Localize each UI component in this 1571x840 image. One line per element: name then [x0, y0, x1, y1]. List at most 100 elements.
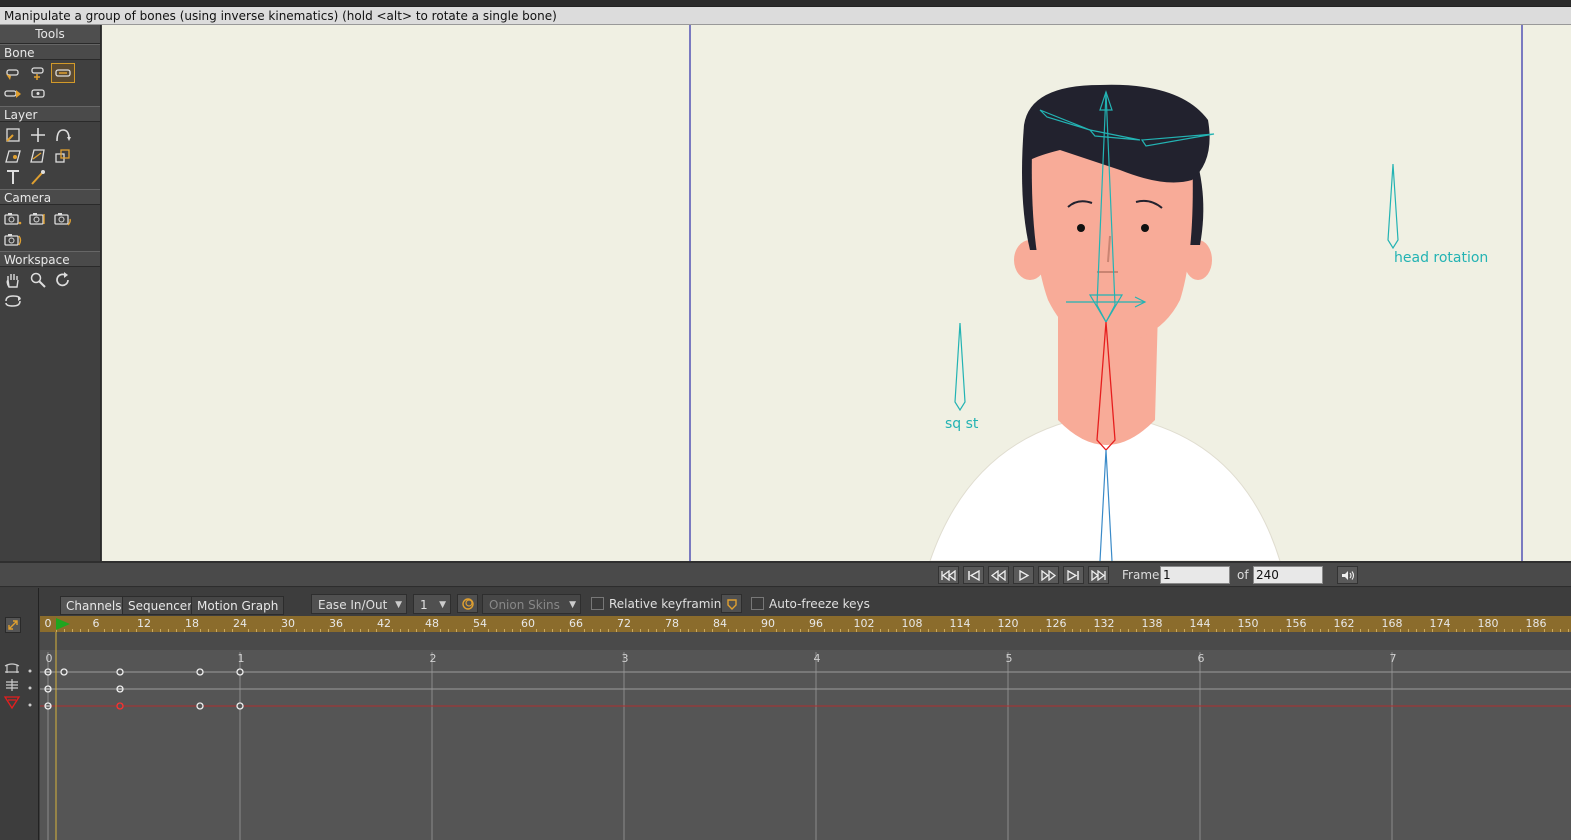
interpolation-dropdown[interactable]: Ease In/Out ▼	[311, 594, 407, 614]
keyframe-marker	[116, 702, 124, 710]
track-header-strip	[40, 632, 1571, 650]
ruler-tick-label: 60	[521, 617, 535, 630]
rewind-icon[interactable]	[938, 566, 959, 584]
bone-section-label: Bone	[0, 44, 100, 60]
expand-icon[interactable]	[5, 617, 21, 633]
ruler-tick-label: 24	[233, 617, 247, 630]
select-bone-icon[interactable]	[1, 63, 25, 83]
window-top-strip	[0, 0, 1571, 7]
onion-skins-dropdown[interactable]: Onion Skins ▼	[482, 594, 581, 614]
orbit-icon[interactable]	[1, 291, 25, 311]
camera-tools	[0, 205, 100, 251]
perspective-icon[interactable]	[26, 146, 50, 166]
ruler-tick-label: 36	[329, 617, 343, 630]
current-frame-input[interactable]	[1160, 566, 1230, 584]
relative-keyframing-label: Relative keyframing	[609, 597, 729, 611]
auto-freeze-checkbox[interactable]	[751, 597, 764, 610]
second-marker-label: 6	[1198, 652, 1205, 665]
ruler-tick-label: 42	[377, 617, 391, 630]
tab-motion-graph[interactable]: Motion Graph	[191, 596, 285, 615]
translate-bone-icon[interactable]	[26, 63, 50, 83]
ruler-tick-label: 30	[281, 617, 295, 630]
set-origin-icon[interactable]	[1, 125, 25, 145]
step-forward-icon[interactable]	[1063, 566, 1084, 584]
translation-channel-icon	[6, 679, 32, 691]
second-marker-label: 3	[622, 652, 629, 665]
workspace-section-label: Workspace	[0, 251, 100, 267]
shear-layer-icon[interactable]	[1, 146, 25, 166]
track-camera-icon[interactable]	[1, 208, 25, 228]
ruler-tick-label: 12	[137, 617, 151, 630]
channel-tracks[interactable]: 0 1 2 3 4 5 6 7	[40, 632, 1571, 840]
relative-keyframing-checkbox[interactable]	[591, 597, 604, 610]
volume-icon[interactable]	[1337, 566, 1358, 584]
playhead-flag-icon[interactable]	[56, 618, 70, 630]
chevron-down-icon: ▼	[439, 600, 446, 610]
status-bar: Manipulate a group of bones (using inver…	[0, 7, 1571, 25]
keyframe-marker	[236, 702, 244, 710]
eyedropper-icon[interactable]	[26, 167, 50, 187]
next-keyframe-icon[interactable]	[1038, 566, 1059, 584]
scale-channel-icon	[3, 696, 32, 710]
pan-tilt-camera-icon[interactable]	[1, 229, 25, 249]
keyframe-filter-button[interactable]	[721, 594, 742, 613]
onion-skin-toggle[interactable]	[457, 594, 478, 613]
frame-ruler[interactable]: 0 6 12 18 24 30 36 42 48 54 60 66 72 78 84 90 96 102 108 11…	[40, 616, 1571, 632]
keyframe-marker	[116, 668, 124, 676]
play-icon[interactable]	[1013, 566, 1034, 584]
second-marker-label: 0	[46, 652, 53, 665]
zoom-icon[interactable]	[26, 270, 50, 290]
ruler-tick-label: 90	[761, 617, 775, 630]
second-marker-label: 2	[430, 652, 437, 665]
second-marker-label: 4	[814, 652, 821, 665]
head-rotation-bone[interactable]	[1387, 163, 1399, 250]
keyframe-marker	[236, 668, 244, 676]
ruler-tick-label: 48	[425, 617, 439, 630]
ruler-tick-label: 54	[473, 617, 487, 630]
ruler-tick-label: 78	[665, 617, 679, 630]
ruler-tick-label: 0	[44, 617, 52, 630]
ruler-tick-label: 66	[569, 617, 583, 630]
character-eye-left	[1077, 224, 1085, 232]
ruler-tick-label: 72	[617, 617, 631, 630]
shield-icon	[726, 598, 737, 610]
tab-channels[interactable]: Channels	[60, 596, 128, 615]
interpolation-param-dropdown[interactable]: 1 ▼	[413, 594, 451, 614]
rotate-workspace-icon[interactable]	[51, 270, 75, 290]
chevron-down-icon: ▼	[395, 600, 402, 610]
timeline-panel: Channels Sequencer Motion Graph Ease In/…	[0, 588, 1571, 840]
bone-tools	[0, 60, 100, 106]
bone-strength-icon[interactable]	[26, 84, 50, 104]
camera-section-label: Camera	[0, 189, 100, 205]
hand-icon[interactable]	[1, 270, 25, 290]
transform-layer-icon[interactable]	[26, 125, 50, 145]
ruler-tick-label: 96	[809, 617, 823, 630]
zoom-camera-icon[interactable]	[26, 208, 50, 228]
rotate-layer-icon[interactable]	[51, 125, 75, 145]
auto-freeze-label: Auto-freeze keys	[769, 597, 870, 611]
bind-layer-icon[interactable]	[51, 146, 75, 166]
step-back-icon[interactable]	[963, 566, 984, 584]
canvas-viewport[interactable]: head rotation sq st	[102, 25, 1571, 561]
timeline-channel-column	[0, 588, 39, 840]
character-eye-right	[1141, 224, 1149, 232]
playback-bar: Frame of	[0, 563, 1571, 587]
ruler-tick-label: 84	[713, 617, 727, 630]
squash-stretch-bone[interactable]	[954, 322, 966, 412]
layer-tools	[0, 122, 100, 189]
second-marker-label: 1	[238, 652, 245, 665]
channel-icons	[3, 663, 32, 710]
tab-sequencer[interactable]: Sequencer	[122, 596, 199, 615]
end-frame-input[interactable]	[1253, 566, 1323, 584]
onion-skins-label: Onion Skins	[489, 598, 560, 612]
roll-camera-icon[interactable]	[51, 208, 75, 228]
layer-section-label: Layer	[0, 106, 100, 122]
manipulate-bones-icon[interactable]	[51, 63, 75, 83]
previous-keyframe-icon[interactable]	[988, 566, 1009, 584]
keyframe-marker	[60, 668, 68, 676]
fast-forward-icon[interactable]	[1088, 566, 1109, 584]
status-message: Manipulate a group of bones (using inver…	[4, 9, 557, 23]
text-icon[interactable]	[1, 167, 25, 187]
of-label: of	[1237, 568, 1249, 582]
add-bone-icon[interactable]	[1, 84, 25, 104]
